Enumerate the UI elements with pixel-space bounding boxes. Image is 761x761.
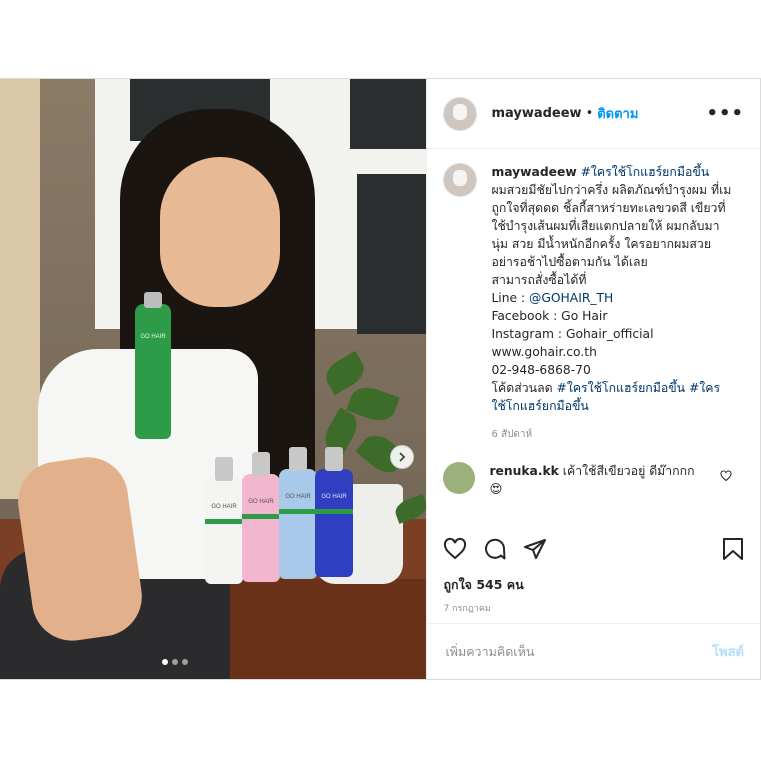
header-username[interactable]: maywadeew (491, 106, 581, 121)
lightblue-bottle: GO HAIR (279, 447, 317, 579)
share-icon[interactable] (523, 537, 547, 561)
photo-wall (0, 79, 40, 499)
action-bar (443, 537, 744, 561)
avatar[interactable] (443, 96, 478, 131)
chevron-right-icon (399, 452, 406, 462)
carousel-dots (162, 659, 188, 665)
caption-time[interactable]: 6 สัปดาห์ (491, 427, 748, 442)
caption-text: maywadeew #ใครใช้โกแฮร์ยกมือขึ้น ผมสวยมี… (491, 163, 731, 415)
caption-line-link[interactable]: @GOHAIR_TH (529, 291, 613, 305)
likes-count[interactable]: ถูกใจ 545 คน (443, 575, 523, 595)
comment-icon[interactable] (483, 537, 507, 561)
more-options-button[interactable]: ••• (706, 103, 744, 124)
add-comment-bar: โพสต์ (427, 623, 760, 679)
caption-phone: 02-948-6868-70 (491, 363, 591, 377)
comment-item: renuka.kk เค้าใช้สีเขียวอยู่ ดีม๊ากกก 😍 (443, 462, 748, 498)
bookmark-icon[interactable] (722, 537, 744, 561)
photo-person-face (160, 157, 280, 307)
carousel-next-button[interactable] (390, 445, 414, 469)
header-separator: • (585, 106, 594, 121)
caption-line-label: Line : (491, 291, 530, 305)
comment-emoji: 😍 (489, 482, 503, 496)
comment-body: เค้าใช้สีเขียวอยู่ ดีม๊ากกก (562, 464, 695, 478)
follow-button[interactable]: ติดตาม (597, 103, 638, 124)
post-photo: GO HAIR GO HAIR GO HAIR GO HAIR GO HAIR (0, 79, 427, 679)
caption-hashtag[interactable]: #ใครใช้โกแฮร์ยกมือขึ้น (581, 165, 710, 179)
post-date[interactable]: 7 กรกฎาคม (443, 601, 490, 615)
caption-website: www.gohair.co.th (491, 345, 597, 359)
carousel-dot (182, 659, 188, 665)
heart-icon[interactable] (443, 537, 467, 561)
bottle-brand: GO HAIR (248, 499, 274, 505)
pink-bottle: GO HAIR (242, 452, 280, 582)
comments-section: maywadeew #ใครใช้โกแฮร์ยกมือขึ้น ผมสวยมี… (443, 163, 748, 498)
bottle-brand: GO HAIR (140, 334, 166, 340)
caption-order-line: สามารถสั่งซื้อได้ที่ (491, 273, 587, 287)
comment-input[interactable] (443, 643, 713, 660)
caption: maywadeew #ใครใช้โกแฮร์ยกมือขึ้น ผมสวยมี… (443, 163, 748, 415)
avatar[interactable] (443, 462, 476, 494)
avatar[interactable] (443, 163, 478, 197)
white-bottle: GO HAIR (205, 457, 243, 584)
caption-discount-label: โค้ดส่วนลด (491, 381, 557, 395)
instagram-post: GO HAIR GO HAIR GO HAIR GO HAIR GO HAIR (0, 78, 761, 680)
caption-body: ผมสวยมีชัยไปกว่าครึ่ง ผลิตภัณฑ์บำรุงผม ท… (491, 183, 732, 269)
like-comment-icon[interactable] (720, 470, 732, 482)
bottle-brand: GO HAIR (211, 504, 237, 510)
post-comment-button[interactable]: โพสต์ (712, 641, 744, 662)
carousel-dot (172, 659, 178, 665)
blue-bottle: GO HAIR (315, 447, 353, 577)
caption-facebook: Facebook : Go Hair (491, 309, 608, 323)
post-side-panel: maywadeew • ติดตาม ••• maywadeew #ใครใช้… (426, 79, 760, 679)
green-bottle: GO HAIR (135, 292, 171, 439)
caption-instagram: Instagram : Gohair_official (491, 327, 654, 341)
comment-text: renuka.kk เค้าใช้สีเขียวอยู่ ดีม๊ากกก 😍 (489, 462, 709, 498)
bottle-brand: GO HAIR (285, 494, 311, 500)
carousel-dot (162, 659, 168, 665)
post-header: maywadeew • ติดตาม ••• (427, 79, 760, 149)
caption-username[interactable]: maywadeew (491, 165, 576, 179)
comment-username[interactable]: renuka.kk (489, 464, 558, 478)
bottle-brand: GO HAIR (321, 494, 347, 500)
